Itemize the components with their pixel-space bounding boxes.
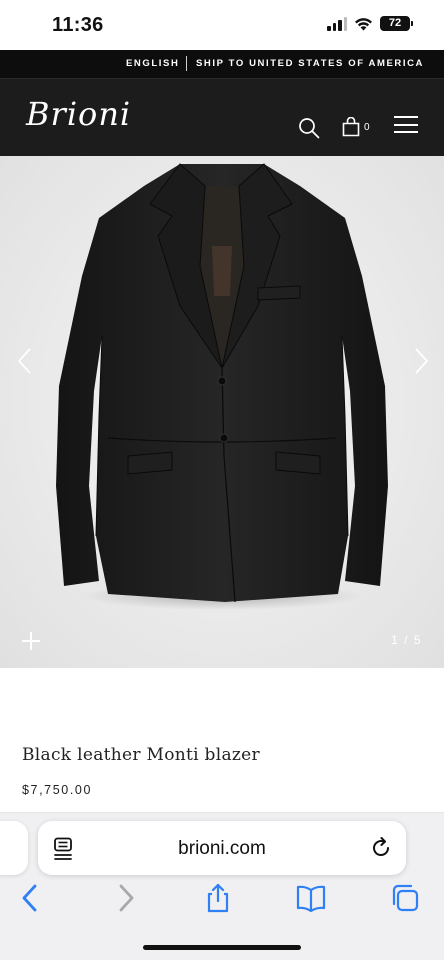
cellular-signal-icon bbox=[327, 16, 347, 31]
language-selector[interactable]: ENGLISH bbox=[126, 58, 179, 69]
product-image[interactable] bbox=[0, 156, 444, 668]
search-icon[interactable] bbox=[298, 117, 320, 139]
product-price: $7,750.00 bbox=[22, 783, 93, 797]
gallery-counter: 1 / 5 bbox=[391, 633, 422, 647]
browser-toolbar: brioni.com bbox=[0, 813, 444, 960]
menu-icon[interactable] bbox=[394, 116, 418, 136]
utility-bar: ENGLISH SHIP TO UNITED STATES OF AMERICA bbox=[0, 50, 444, 78]
bag-count: 0 bbox=[364, 122, 370, 133]
url-text[interactable]: brioni.com bbox=[38, 838, 406, 860]
brand-logo[interactable]: Brioni bbox=[26, 95, 131, 133]
status-icons: 72 bbox=[327, 16, 413, 31]
reload-icon[interactable] bbox=[370, 837, 392, 859]
forward-icon[interactable] bbox=[110, 883, 140, 913]
site-header: Brioni 0 bbox=[0, 78, 444, 156]
wifi-icon bbox=[355, 17, 372, 30]
bag-icon[interactable] bbox=[342, 117, 360, 137]
home-indicator bbox=[143, 945, 301, 950]
status-bar: 11:36 72 bbox=[0, 0, 444, 50]
shipping-selector[interactable]: SHIP TO UNITED STATES OF AMERICA bbox=[196, 58, 424, 69]
zoom-plus-icon[interactable] bbox=[22, 632, 40, 650]
gallery-next-arrow-icon[interactable] bbox=[410, 346, 432, 376]
address-bar[interactable]: brioni.com bbox=[38, 821, 406, 875]
battery-icon: 72 bbox=[380, 16, 413, 31]
product-title: Black leather Monti blazer bbox=[22, 745, 260, 765]
back-icon[interactable] bbox=[16, 883, 46, 913]
gallery-prev-arrow-icon[interactable] bbox=[14, 346, 36, 376]
utility-divider bbox=[186, 56, 187, 71]
product-gallery[interactable]: 1 / 5 bbox=[0, 156, 444, 668]
status-time: 11:36 bbox=[52, 14, 104, 36]
share-icon[interactable] bbox=[203, 883, 233, 913]
tabs-icon[interactable] bbox=[390, 883, 420, 913]
previous-tab-edge[interactable] bbox=[0, 821, 28, 875]
bookmarks-icon[interactable] bbox=[296, 883, 326, 913]
